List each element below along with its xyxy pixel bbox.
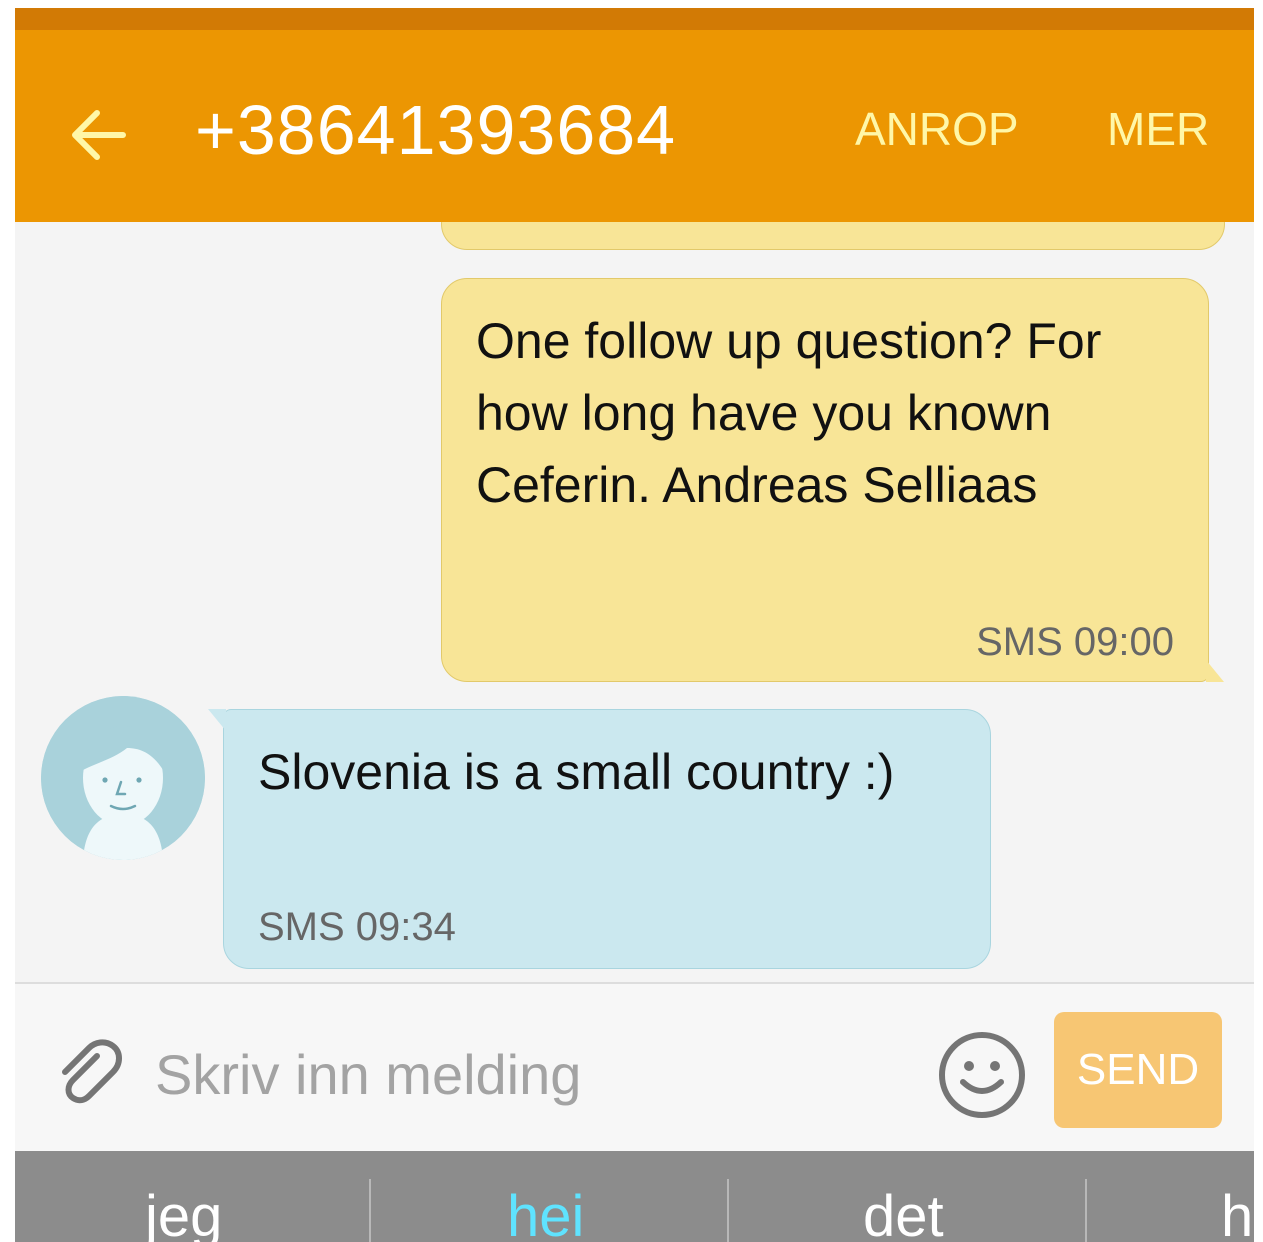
send-button[interactable]: SEND [1054, 1012, 1222, 1128]
message-text: Slovenia is a small country :) [258, 744, 895, 800]
suggestion-divider [1085, 1179, 1087, 1242]
outgoing-message-bubble[interactable]: One follow up question? For how long hav… [441, 278, 1224, 682]
messaging-screen: +38641393684 ANROP MER One follow up que… [15, 8, 1254, 1242]
bubble-tail [1206, 660, 1224, 682]
suggestion-hei[interactable]: hei [507, 1183, 584, 1242]
message-input[interactable] [155, 1034, 915, 1114]
more-button[interactable]: MER [1107, 102, 1209, 156]
arrow-left-icon[interactable] [63, 100, 133, 170]
smiley-icon[interactable] [937, 1030, 1027, 1120]
person-icon [41, 696, 205, 860]
status-bar [15, 8, 1254, 30]
message-composer: SEND [15, 982, 1254, 1152]
conversation-title: +38641393684 [195, 91, 677, 169]
suggestion-divider [369, 1179, 371, 1242]
call-button[interactable]: ANROP [855, 102, 1019, 156]
message-timestamp: SMS 09:00 [976, 620, 1174, 664]
contact-avatar-icon[interactable] [41, 696, 205, 860]
suggestion-divider [727, 1179, 729, 1242]
app-bar: +38641393684 ANROP MER [15, 30, 1254, 222]
suggestion-det[interactable]: det [863, 1183, 944, 1242]
keyboard-suggestion-bar: jeg hei det h [15, 1151, 1254, 1242]
suggestion-h[interactable]: h [1221, 1183, 1253, 1242]
message-timestamp: SMS 09:34 [258, 905, 456, 949]
paperclip-icon[interactable] [51, 1036, 123, 1108]
suggestion-jeg[interactable]: jeg [145, 1183, 222, 1242]
bubble-tail [208, 709, 226, 731]
incoming-message-bubble[interactable]: Slovenia is a small country :) SMS 09:34 [208, 709, 991, 969]
message-text: One follow up question? For how long hav… [476, 313, 1102, 513]
